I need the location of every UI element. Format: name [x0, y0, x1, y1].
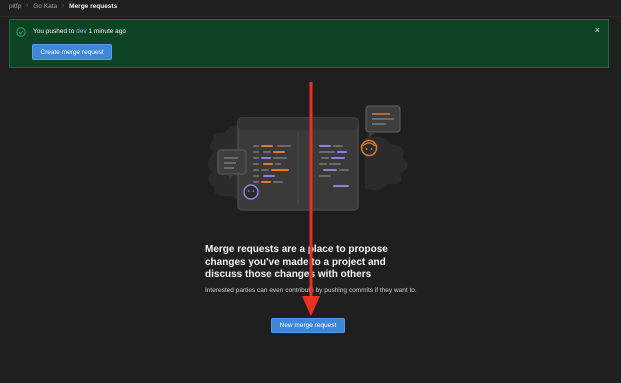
empty-state-title: Merge requests are a place to propose ch… [205, 244, 388, 280]
create-merge-request-button[interactable]: Create merge request [32, 44, 112, 60]
branch-link[interactable]: dev [76, 28, 86, 35]
breadcrumb-item-go-kata[interactable]: Go Kata [33, 3, 57, 10]
empty-state-description: Interested parties can even contribute b… [205, 287, 417, 294]
alert-message-suffix: 1 minute ago [88, 28, 127, 35]
push-alert: You pushed to dev 1 minute ago Create me… [9, 19, 609, 68]
close-icon[interactable]: × [595, 25, 600, 35]
header-divider [0, 16, 621, 17]
chevron-right-icon: › [26, 3, 29, 9]
alert-message: You pushed to dev 1 minute ago [33, 28, 126, 35]
breadcrumb-item-merge-requests[interactable]: Merge requests [69, 3, 117, 10]
alert-message-prefix: You pushed to [33, 28, 75, 35]
breadcrumb: pitfp › Go Kata › Merge requests [9, 0, 117, 12]
new-merge-request-button[interactable]: New merge request [271, 318, 345, 333]
check-circle-icon [16, 27, 26, 37]
chevron-right-icon: › [62, 3, 65, 9]
breadcrumb-item-pitfp[interactable]: pitfp [9, 3, 21, 10]
merge-requests-illustration [207, 105, 408, 211]
